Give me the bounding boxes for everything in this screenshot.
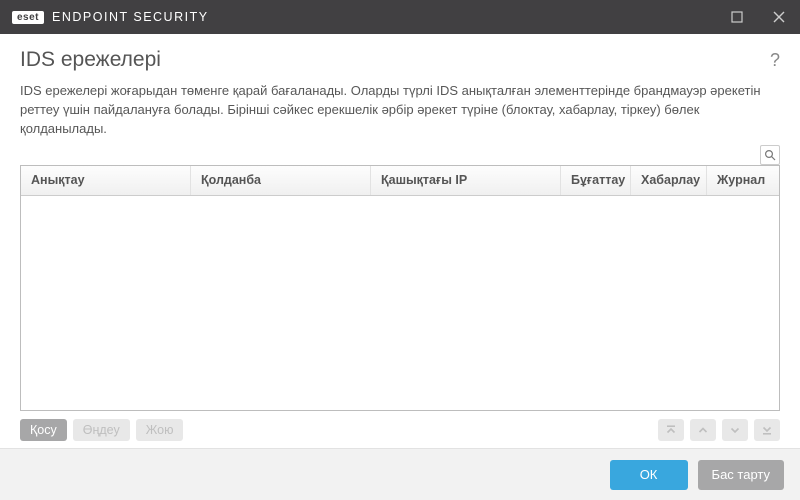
col-header-ip[interactable]: Қашықтағы IP [371,166,561,195]
actions-row: Қосу Өңдеу Жою [20,419,780,441]
page-description: IDS ережелері жоғарыдан төменге қарай ба… [20,82,780,139]
ok-button[interactable]: ОК [610,460,688,490]
rules-table: Анықтау Қолданба Қашықтағы IP Бұғаттау Х… [20,165,780,411]
content-area: IDS ережелері ? IDS ережелері жоғарыдан … [0,34,800,441]
footer: ОК Бас тарту [0,448,800,500]
table-body[interactable] [21,196,779,410]
move-up-button [690,419,716,441]
col-header-log[interactable]: Журнал [707,166,779,195]
page-title: IDS ережелері [20,48,161,72]
table-header: Анықтау Қолданба Қашықтағы IP Бұғаттау Х… [21,166,779,196]
chevron-up-icon [697,424,709,436]
edit-button: Өңдеу [73,419,130,441]
add-button[interactable]: Қосу [20,419,67,441]
chevron-bottom-icon [761,424,773,436]
brand-name: ENDPOINT SECURITY [52,10,209,24]
col-header-block[interactable]: Бұғаттау [561,166,631,195]
help-icon[interactable]: ? [770,50,780,71]
chevron-down-icon [729,424,741,436]
delete-button: Жою [136,419,184,441]
search-button[interactable] [760,145,780,165]
col-header-detect[interactable]: Анықтау [21,166,191,195]
chevron-top-icon [665,424,677,436]
move-down-button [722,419,748,441]
move-top-button [658,419,684,441]
titlebar: eset ENDPOINT SECURITY [0,0,800,34]
move-bottom-button [754,419,780,441]
search-icon [764,149,776,161]
col-header-notify[interactable]: Хабарлау [631,166,707,195]
window-close-button[interactable] [758,0,800,34]
cancel-button[interactable]: Бас тарту [698,460,784,490]
window-minimize-button[interactable] [716,0,758,34]
col-header-app[interactable]: Қолданба [191,166,371,195]
brand-badge: eset [12,11,44,24]
